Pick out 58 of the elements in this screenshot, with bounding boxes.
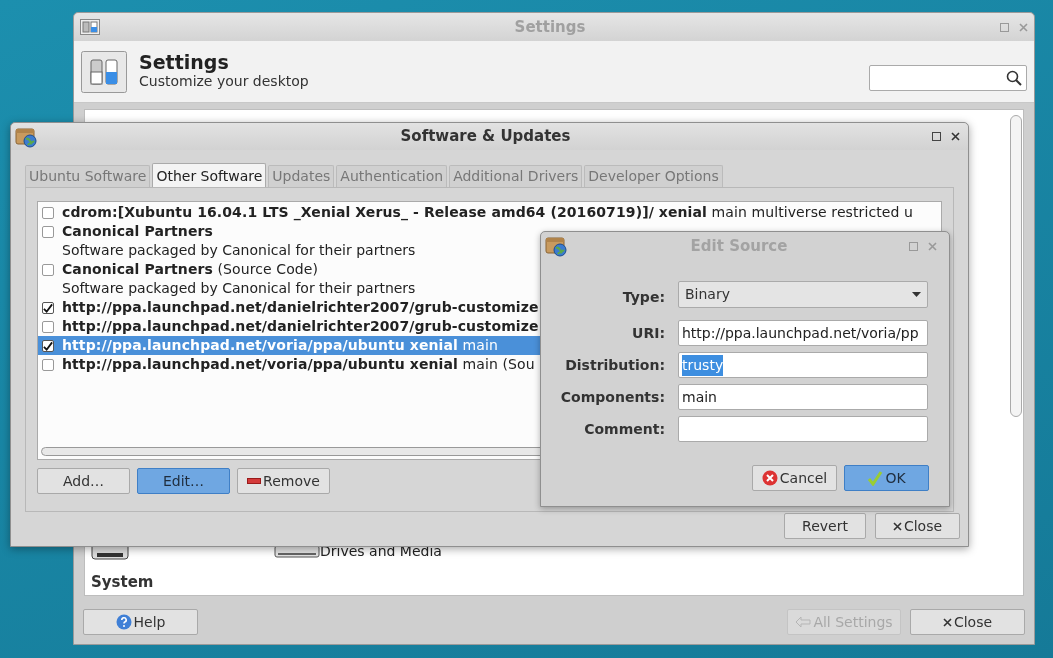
action-button[interactable]: Add… <box>37 468 130 494</box>
source-description: Software packaged by Canonical for their partners <box>62 279 416 298</box>
action-button[interactable]: Revert <box>784 513 866 539</box>
window-title: Software & Updates <box>399 126 572 148</box>
field-label: Distribution: <box>564 355 665 375</box>
package-globe-icon <box>545 235 569 257</box>
section-heading: System <box>91 571 155 593</box>
settings-icon <box>81 50 127 93</box>
checkbox[interactable] <box>42 264 54 276</box>
field-label: Type: <box>621 288 665 307</box>
checkmark-icon <box>867 470 884 486</box>
close-icon <box>942 617 952 627</box>
close-icon <box>928 241 937 251</box>
close-icon <box>1019 22 1028 32</box>
search-icon <box>1006 69 1022 86</box>
source-text: Canonical Partners <box>62 222 214 241</box>
search-field[interactable] <box>869 64 1027 91</box>
help-button[interactable]: Help <box>83 609 198 635</box>
cancel-button[interactable]: Cancel <box>752 465 837 491</box>
field-label: Comment: <box>583 419 665 439</box>
help-icon <box>115 614 132 630</box>
settings-icon <box>80 19 100 35</box>
checkbox[interactable] <box>42 359 54 371</box>
package-globe-icon <box>15 125 39 148</box>
close-icon <box>892 521 902 531</box>
input-field[interactable]: http://ppa.launchpad.net/voria/pp <box>678 320 928 346</box>
tab[interactable]: Other Software <box>152 163 267 187</box>
cancel-icon <box>761 470 778 486</box>
remove-icon <box>247 478 262 484</box>
source-text: http://ppa.launchpad.net/danielrichter2007/grub-customize <box>62 317 539 336</box>
settings-heading: Settings <box>139 52 230 72</box>
settings-subtitle: Customize your desktop <box>139 72 309 91</box>
scrollbar[interactable] <box>1010 115 1022 417</box>
source-text: Canonical Partners (Source Code) <box>62 260 320 279</box>
checkbox[interactable] <box>42 321 54 333</box>
close-button[interactable] <box>951 132 960 141</box>
checkbox[interactable] <box>42 226 54 238</box>
close-button[interactable]: Close <box>910 609 1025 635</box>
source-text: http://ppa.launchpad.net/voria/ppa/ubuntu xenial main <box>62 336 498 355</box>
ok-button[interactable]: OK <box>844 465 929 491</box>
dropdown-arrow-icon <box>912 292 921 297</box>
source-text: http://ppa.launchpad.net/danielrichter2007/grub-customize <box>62 298 539 317</box>
source-description: Software packaged by Canonical for their partners <box>62 241 416 260</box>
checkbox[interactable] <box>42 302 54 314</box>
remove-button[interactable]: Remove <box>237 468 330 494</box>
close-icon <box>951 132 960 141</box>
window-title: Settings <box>513 16 587 38</box>
field-label: Components: <box>559 387 665 407</box>
close-button[interactable]: Close <box>875 513 960 539</box>
type-dropdown[interactable]: Binary <box>678 281 928 308</box>
input-field[interactable] <box>678 416 928 442</box>
checkbox[interactable] <box>42 207 54 219</box>
maximize-button[interactable] <box>932 132 941 141</box>
checkbox[interactable] <box>42 340 54 352</box>
back-arrow-icon <box>795 616 812 628</box>
input-field[interactable]: main <box>678 384 928 410</box>
action-button[interactable]: Edit… <box>137 468 230 494</box>
source-text: http://ppa.launchpad.net/voria/ppa/ubuntu xenial main (Sou <box>62 355 535 374</box>
